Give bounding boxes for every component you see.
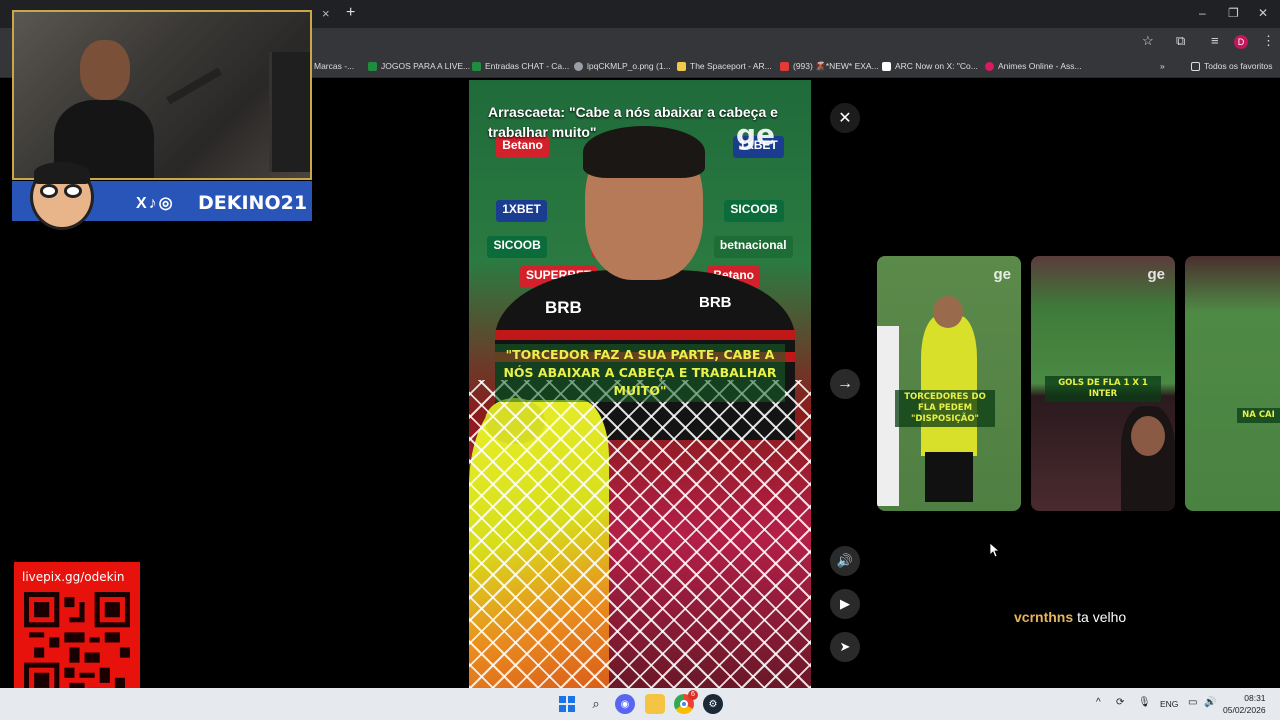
anime-icon [985, 61, 994, 71]
chat-message: vcrnthns ta velho [1014, 609, 1126, 625]
thumbnail-caption: TORCEDORES DO FLA PEDEM "DISPOSIÇÃO" [895, 390, 995, 427]
play-icon: ▶ [840, 596, 850, 611]
youtube-icon [780, 62, 789, 71]
referee [921, 316, 977, 456]
thumbnail-caption: NA CAI [1237, 408, 1280, 423]
sponsor-ad: SICOOB [487, 236, 547, 258]
microphone-icon[interactable]: 🎙 [1138, 697, 1151, 708]
taskbar [0, 688, 1280, 720]
close-button[interactable]: ✕ [830, 103, 860, 133]
bookmarks-overflow-button[interactable]: » [1160, 61, 1165, 71]
sheets-icon [472, 61, 481, 71]
bookmark-item[interactable]: Animes Online - Ass... [985, 61, 1082, 71]
new-tab-button[interactable]: + [346, 4, 355, 22]
chrome-badge: 6 [688, 690, 698, 700]
ge-watermark: ge [1147, 266, 1165, 283]
network-icon[interactable]: ▭ [1188, 697, 1197, 708]
related-video-thumbnail[interactable]: NA CAI [1185, 256, 1280, 511]
folder-icon [1191, 61, 1200, 71]
microphone [166, 67, 222, 105]
mouse-cursor-icon [990, 543, 1000, 557]
minimize-button[interactable]: – [1199, 6, 1206, 20]
sync-icon[interactable]: ⟳ [1116, 697, 1124, 708]
chat-text: ta velho [1077, 609, 1127, 625]
discord-icon[interactable]: ◉ [615, 694, 635, 714]
clock-time: 08:31 [1244, 693, 1266, 703]
windows-start-icon[interactable] [557, 694, 577, 714]
tray-overflow-button[interactable]: ^ [1096, 697, 1101, 708]
x-icon [882, 61, 891, 71]
globe-icon [574, 61, 583, 71]
bookmark-item[interactable]: Entradas CHAT - Ca... [472, 61, 569, 71]
bookmark-item[interactable]: The Spaceport - AR... [677, 61, 772, 71]
sponsor-ad: betnacional [713, 236, 793, 258]
bookmark-item[interactable]: JOGOS PARA A LIVE... [368, 61, 470, 71]
search-icon[interactable]: ⌕ [586, 694, 606, 714]
screen: × + – ❐ ✕ ☆ ⧉ ≡ D ⋮ Marcas -... JOGOS PA… [0, 0, 1280, 720]
goal-net [469, 380, 811, 688]
streamer [54, 40, 154, 178]
glasses-icon [40, 184, 58, 198]
streamer-handle: DEKINO21 [198, 192, 308, 214]
system-clock[interactable]: 08:31 05/02/2026 [1223, 692, 1266, 716]
profile-avatar[interactable]: D [1234, 35, 1248, 49]
bookmark-item[interactable]: Marcas -... [314, 61, 354, 71]
monitor [269, 52, 310, 172]
volume-icon: 🔊 [836, 553, 854, 568]
qr-code [24, 592, 130, 698]
video-quote-caption: "TORCEDOR FAZ A SUA PARTE, CABE A NÓS AB… [495, 344, 785, 402]
volume-button[interactable]: 🔊 [830, 546, 860, 576]
arrow-right-icon: → [837, 375, 853, 392]
language-indicator[interactable]: ENG [1160, 699, 1178, 709]
steam-icon[interactable]: ⚙ [703, 694, 723, 714]
file-explorer-icon[interactable] [645, 694, 665, 714]
bookmark-item[interactable]: lpqCKMLP_o.png (1... [574, 61, 671, 71]
sponsor-ad: 1XBET [496, 200, 547, 222]
next-video-button[interactable]: → [830, 369, 860, 399]
jersey-sponsor: BRB [545, 298, 582, 317]
play-button[interactable]: ▶ [830, 589, 860, 619]
extensions-icon[interactable]: ⧉ [1176, 33, 1185, 49]
jersey-sponsor: BRB [699, 294, 732, 311]
sheets-icon [368, 61, 377, 71]
star-icon[interactable]: ☆ [1142, 33, 1154, 49]
spaceport-icon [677, 61, 686, 71]
menu-icon[interactable]: ⋮ [1262, 33, 1275, 49]
restore-button[interactable]: ❐ [1228, 6, 1239, 20]
media-icon[interactable]: ≡ [1211, 33, 1219, 48]
ge-watermark: ge [993, 266, 1011, 283]
bookmark-item[interactable]: ARC Now on X: "Co... [882, 61, 978, 71]
chat-username: vcrnthns [1014, 609, 1074, 625]
qr-link-label: livepix.gg/odekin [22, 570, 125, 584]
window-close-button[interactable]: ✕ [1258, 6, 1268, 20]
ge-watermark: ge [736, 118, 776, 151]
share-button[interactable]: ➤ [830, 632, 860, 662]
social-icons: X♪◎ [136, 195, 175, 212]
bookmark-item[interactable]: (993) 🌋*NEW* EXA... [780, 61, 879, 72]
close-tab-button[interactable]: × [322, 6, 330, 21]
share-icon: ➤ [839, 639, 851, 654]
related-video-thumbnail[interactable]: ge GOLS DE FLA 1 X 1 INTER [1031, 256, 1175, 511]
thumbnail-caption: GOLS DE FLA 1 X 1 INTER [1045, 376, 1161, 402]
sponsor-ad: SICOOB [724, 200, 784, 222]
clock-date: 05/02/2026 [1223, 705, 1266, 715]
glasses-icon [64, 184, 82, 198]
speaker-icon[interactable]: 🔊 [1204, 697, 1216, 708]
close-icon: ✕ [838, 110, 852, 127]
all-bookmarks-folder[interactable]: Todos os favoritos [1191, 61, 1273, 71]
webcam-feed [12, 10, 312, 180]
related-video-thumbnail[interactable]: ge TORCEDORES DO FLA PEDEM "DISPOSIÇÃO" [877, 256, 1021, 511]
cartoon-hair [34, 162, 90, 184]
